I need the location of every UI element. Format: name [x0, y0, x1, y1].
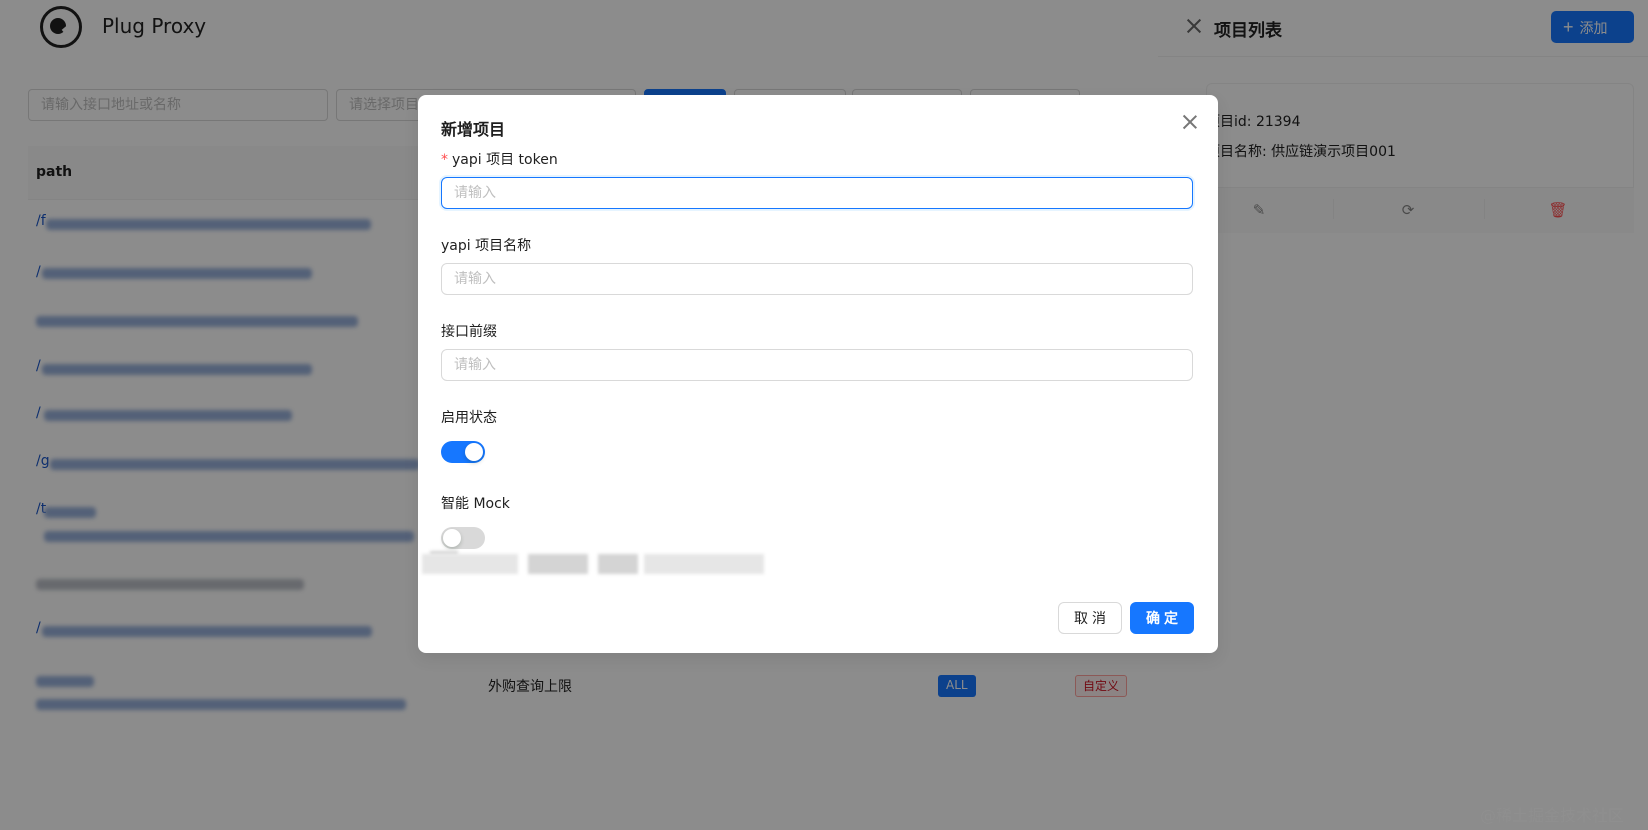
prefix-input[interactable]	[441, 349, 1193, 381]
add-project-modal: 新增项目 *yapi 项目 token yapi 项目名称 接口前缀 启用状态 …	[418, 95, 1218, 653]
smart-mock-label: 智能 Mock	[441, 496, 510, 512]
watermark: @稀土掘金技术社区	[1480, 806, 1625, 825]
confirm-button[interactable]: 确定	[1130, 602, 1194, 634]
blurred-hint	[598, 554, 638, 574]
blurred-hint	[644, 554, 764, 574]
required-mark: *	[441, 152, 448, 168]
blurred-hint	[422, 554, 518, 574]
prefix-label: 接口前缀	[441, 324, 497, 340]
switch-knob	[443, 529, 461, 547]
enabled-switch[interactable]	[441, 441, 485, 463]
smart-mock-switch[interactable]	[441, 527, 485, 549]
project-name-input[interactable]	[441, 263, 1193, 295]
modal-title: 新增项目	[441, 120, 506, 139]
switch-knob	[465, 443, 483, 461]
modal-close-icon[interactable]	[1181, 113, 1199, 131]
token-input[interactable]	[441, 177, 1193, 209]
name-label: yapi 项目名称	[441, 238, 532, 254]
token-label: * yapi 项目 token	[441, 149, 558, 169]
blurred-hint	[528, 554, 588, 574]
token-label-text: yapi 项目 token	[452, 152, 558, 168]
enabled-label: 启用状态	[441, 410, 497, 426]
cancel-button[interactable]: 取消	[1058, 602, 1122, 634]
